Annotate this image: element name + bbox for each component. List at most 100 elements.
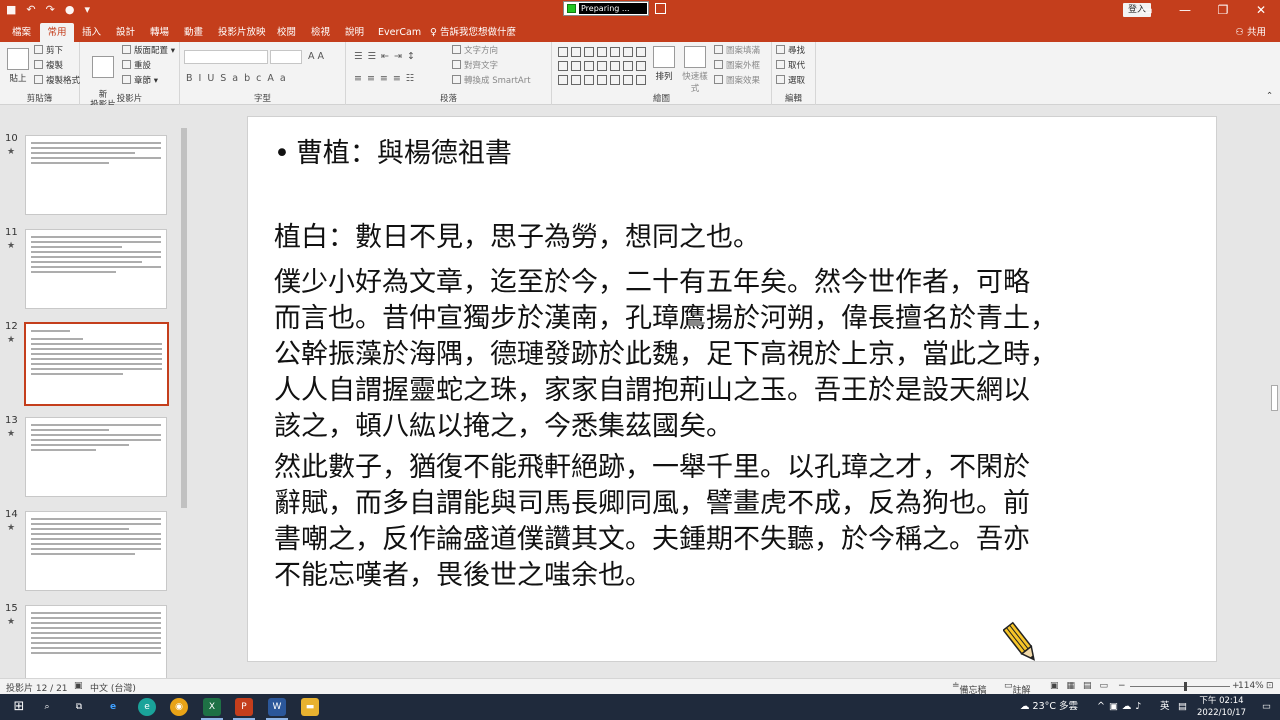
slide-paragraph[interactable]: 然此數子，猶復不能飛軒絕跡，一舉千里。以孔璋之才，不閑於 辭賦，而多自謂能與司馬… [274, 450, 1204, 594]
minimize-button[interactable]: — [1166, 0, 1204, 20]
thumbnail-scrollbar[interactable] [180, 118, 188, 674]
slide-scroll-thumb[interactable] [1271, 385, 1278, 411]
slide-canvas[interactable]: • 曹植：與楊德祖書 植白：數日不見，思子為勞，想同之也。 僕少小好為文章，迄至於… [248, 117, 1216, 661]
find-button[interactable]: 尋找 [776, 45, 805, 58]
select-button[interactable]: 選取 [776, 75, 805, 88]
align-buttons[interactable]: ≡≡≡≡☷ [354, 72, 419, 85]
tab-insert[interactable]: 插入 [82, 23, 101, 42]
window-controls: ▭ — ❐ ✕ [1128, 0, 1280, 20]
replace-button[interactable]: 取代 [776, 60, 805, 73]
list-buttons[interactable]: ☰☰⇤⇥↕ [354, 50, 420, 63]
copy-button[interactable]: 複製 [34, 60, 63, 73]
search-icon [776, 45, 785, 54]
slide-thumbnail-14[interactable] [25, 511, 167, 591]
tab-review[interactable]: 校閱 [277, 23, 296, 42]
fit-slide-icon[interactable]: ⊡ [1266, 681, 1274, 691]
recorder-status: Preparing ... [579, 3, 647, 14]
tell-me-search[interactable]: ♀ 告訴我您想做什麼 [430, 23, 516, 42]
cut-button[interactable]: 剪下 [34, 45, 63, 58]
arrange-button[interactable]: 排列 [650, 46, 678, 82]
align-text-button[interactable]: 對齊文字 [452, 60, 498, 73]
language-indicator[interactable]: 中文 (台灣) [90, 681, 136, 694]
notification-icon[interactable]: ▭ [1262, 694, 1271, 720]
font-size-combo[interactable] [270, 50, 302, 64]
windows-start-icon[interactable]: ⊞ [10, 698, 28, 716]
zoom-slider-knob[interactable] [1184, 682, 1187, 691]
close-button[interactable]: ✕ [1242, 0, 1280, 20]
task-view-icon[interactable]: ⧉ [70, 698, 88, 716]
system-clock[interactable]: 下午 02:14 2022/10/17 [1197, 695, 1246, 719]
recorder-close-icon[interactable] [655, 3, 666, 14]
tab-evercam[interactable]: EverCam [378, 23, 421, 42]
ie-icon[interactable]: e [104, 698, 122, 716]
text-direction-button[interactable]: 文字方向 [452, 45, 498, 58]
chrome-icon[interactable]: ◉ [170, 698, 188, 716]
font-size-buttons[interactable]: A A [308, 50, 324, 63]
layout-button[interactable]: 版面配置 ▾ [122, 45, 175, 58]
search-icon[interactable]: ⌕ [38, 698, 56, 716]
view-buttons[interactable]: ▣▦▤▭ [1050, 681, 1116, 691]
tab-file[interactable]: 檔案 [12, 23, 31, 42]
maximize-button[interactable]: ❐ [1204, 0, 1242, 20]
animation-star-icon: ★ [7, 147, 16, 157]
slide-paragraph[interactable]: 僕少小好為文章，迄至於今，二十有五年矣。然今世作者，可略 而言也。昔仲宣獨步於漢… [274, 265, 1204, 445]
keyboard-icon[interactable]: ▤ [1178, 694, 1187, 720]
weather-widget[interactable]: ☁ 23°C 多雲 [1020, 694, 1078, 720]
drawing-group-label: 繪圖 [652, 94, 670, 104]
smartart-button[interactable]: 轉換成 SmartArt [452, 75, 531, 88]
collapse-ribbon-icon[interactable]: ⌃ [1266, 90, 1273, 103]
tab-animations[interactable]: 動畫 [184, 23, 203, 42]
zoom-level[interactable]: 114% [1238, 681, 1264, 691]
slide-thumbnail-12[interactable] [24, 322, 169, 406]
status-bar: 投影片 12 / 21 ▣ 中文 (台灣) ≐ 備忘稿 ▭ 註解 ▣▦▤▭ − … [0, 678, 1280, 696]
align-text-icon [452, 60, 461, 69]
shapes-gallery[interactable] [558, 47, 646, 87]
save-icon[interactable]: ■ [6, 2, 16, 18]
font-name-combo[interactable] [184, 50, 268, 64]
slide-thumbnail-13[interactable] [25, 417, 167, 497]
slide-paragraph[interactable]: 植白：數日不見，思子為勞，想同之也。 [274, 220, 1204, 256]
customize-qat-icon[interactable]: ▾ [84, 2, 90, 18]
thumbnail-scroll-thumb[interactable] [181, 128, 187, 508]
zoom-slider[interactable] [1130, 686, 1230, 687]
slide-scrollbar[interactable] [1269, 105, 1280, 678]
edge-icon[interactable]: e [138, 698, 156, 716]
share-button[interactable]: ⚇ 共用 [1235, 23, 1266, 42]
shape-effects-button[interactable]: 圖案效果 [714, 75, 760, 88]
ribbon-display-icon[interactable]: ▭ [1128, 0, 1166, 20]
tab-transitions[interactable]: 轉場 [150, 23, 169, 42]
record-icon[interactable]: ● [65, 2, 75, 18]
weather-text: 23°C 多雲 [1032, 701, 1079, 712]
slide-title[interactable]: • 曹植：與楊德祖書 [274, 131, 512, 170]
shape-fill-button[interactable]: 圖案填滿 [714, 45, 760, 58]
share-label: 共用 [1246, 27, 1266, 38]
undo-icon[interactable]: ↶ [26, 2, 35, 18]
quick-styles-button[interactable]: 快速樣式 [680, 46, 710, 94]
format-painter-button[interactable]: 複製格式 [34, 75, 80, 88]
system-tray-icons[interactable]: ^▣☁♪ [1097, 694, 1146, 720]
word-icon[interactable]: W [268, 698, 286, 716]
notes-button[interactable]: ≐ 備忘稿 [952, 681, 987, 696]
tab-home[interactable]: 常用 [40, 23, 74, 42]
reset-button[interactable]: 重設 [122, 60, 151, 73]
slide-thumbnail-10[interactable] [25, 135, 167, 215]
font-format-buttons[interactable]: BIUSabcAa [186, 72, 292, 85]
shape-outline-button[interactable]: 圖案外框 [714, 60, 760, 73]
slide-thumbnail-15[interactable] [25, 605, 167, 678]
zoom-out-icon[interactable]: − [1118, 681, 1126, 691]
section-button[interactable]: 章節 ▾ [122, 75, 158, 88]
tab-help[interactable]: 說明 [345, 23, 364, 42]
tab-slideshow[interactable]: 投影片放映 [218, 23, 266, 42]
ime-indicator[interactable]: 英 [1160, 694, 1170, 720]
file-explorer-icon[interactable]: ▬ [301, 698, 319, 716]
redo-icon[interactable]: ↷ [46, 2, 55, 18]
comments-button[interactable]: ▭ 註解 [1004, 681, 1031, 696]
spellcheck-icon[interactable]: ▣ [74, 681, 83, 691]
paste-button[interactable]: 貼上 [4, 48, 32, 84]
tab-design[interactable]: 設計 [116, 23, 135, 42]
clipboard-group-label: 剪貼簿 [26, 94, 53, 104]
powerpoint-icon[interactable]: P [235, 698, 253, 716]
excel-icon[interactable]: X [203, 698, 221, 716]
slide-thumbnail-11[interactable] [25, 229, 167, 309]
tab-view[interactable]: 檢視 [311, 23, 330, 42]
